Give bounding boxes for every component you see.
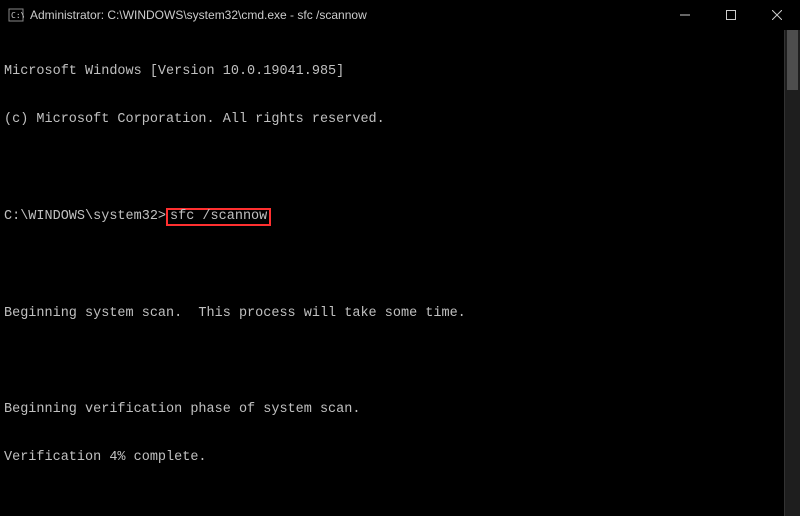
scrollbar[interactable] <box>784 30 800 516</box>
terminal-content[interactable]: Microsoft Windows [Version 10.0.19041.98… <box>0 30 784 516</box>
minimize-button[interactable] <box>662 0 708 30</box>
scrollbar-thumb[interactable] <box>787 30 798 90</box>
prompt-line: C:\WINDOWS\system32> sfc /scannow <box>4 208 784 226</box>
scan-begin-line: Beginning system scan. This process will… <box>4 306 784 322</box>
close-button[interactable] <box>754 0 800 30</box>
copyright-line: (c) Microsoft Corporation. All rights re… <box>4 112 784 128</box>
titlebar: C:\ Administrator: C:\WINDOWS\system32\c… <box>0 0 800 30</box>
blank-line <box>4 354 784 370</box>
prompt-path: C:\WINDOWS\system32> <box>4 209 166 224</box>
blank-line <box>4 160 784 176</box>
maximize-button[interactable] <box>708 0 754 30</box>
version-line: Microsoft Windows [Version 10.0.19041.98… <box>4 64 784 80</box>
command-text: sfc /scannow <box>170 209 267 224</box>
blank-line <box>4 258 784 274</box>
svg-text:C:\: C:\ <box>11 11 24 20</box>
command-highlight: sfc /scannow <box>166 208 271 226</box>
verify-begin-line: Beginning verification phase of system s… <box>4 402 784 418</box>
verify-progress-line: Verification 4% complete. <box>4 450 784 466</box>
cmd-icon: C:\ <box>8 7 24 23</box>
window-controls <box>662 0 800 30</box>
terminal-area: Microsoft Windows [Version 10.0.19041.98… <box>0 30 800 516</box>
